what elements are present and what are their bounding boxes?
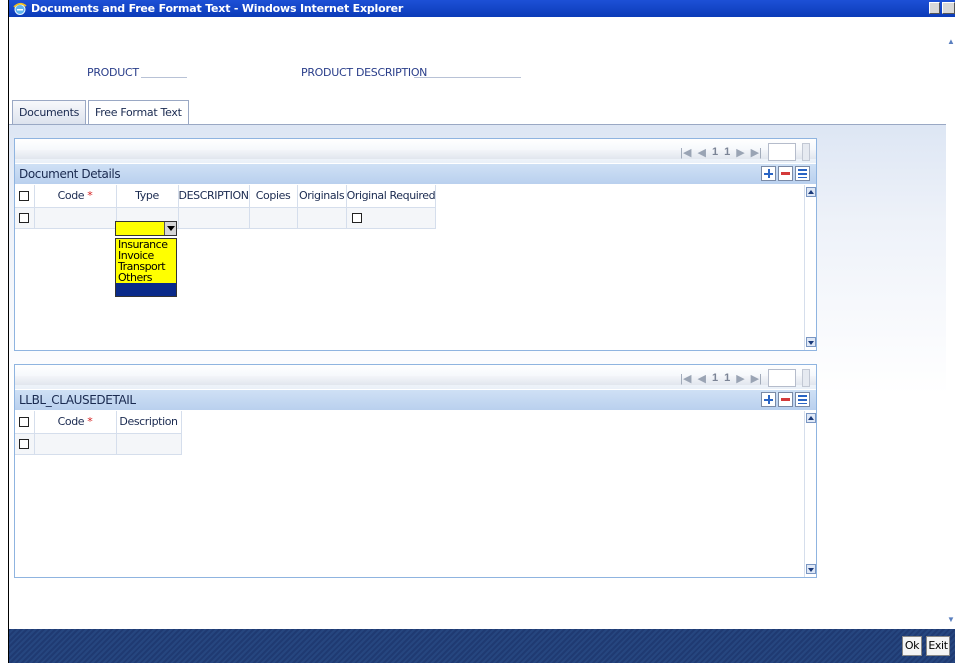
row-checkbox[interactable]: [19, 438, 30, 449]
grid-header-row: Code * Type DESCRIPTION Copies Originals…: [15, 185, 437, 208]
product-description-field[interactable]: [414, 66, 521, 78]
column-originals: Originals: [297, 185, 347, 208]
go-page-button[interactable]: [802, 143, 810, 161]
description-cell[interactable]: [178, 207, 250, 229]
clause-toolbar: [761, 392, 810, 407]
delete-row-icon[interactable]: [778, 392, 793, 407]
current-page: 1: [711, 372, 719, 384]
column-copies: Copies: [249, 185, 298, 208]
ok-button[interactable]: Ok: [902, 636, 922, 656]
add-row-icon[interactable]: [761, 392, 776, 407]
last-page-icon[interactable]: ▶|: [751, 146, 762, 159]
page-number-input[interactable]: [768, 143, 796, 161]
document-details-header: Document Details: [15, 164, 816, 184]
code-cell[interactable]: [34, 433, 117, 455]
clause-detail-header: LLBL_CLAUSEDETAIL: [15, 390, 816, 410]
window-title: Documents and Free Format Text - Windows…: [31, 2, 404, 15]
select-all-cell: [15, 185, 35, 208]
product-label: PRODUCT: [87, 66, 139, 79]
first-page-icon[interactable]: |◀: [680, 146, 691, 159]
column-original-required: Original Required: [346, 185, 437, 208]
clause-detail-grid: Code * Description: [15, 411, 182, 455]
description-cell[interactable]: [116, 433, 182, 455]
option-others[interactable]: Others: [116, 272, 176, 283]
document-details-grid: Code * Type DESCRIPTION Copies Originals…: [15, 185, 437, 229]
delete-row-icon[interactable]: [778, 166, 793, 181]
scroll-up-icon[interactable]: ▲: [947, 37, 955, 47]
column-description: DESCRIPTION: [178, 185, 250, 208]
clause-grid-scrollbar[interactable]: [804, 411, 816, 577]
table-row: [15, 433, 182, 455]
footer-bar: Ok Exit: [9, 629, 955, 663]
prev-page-icon[interactable]: ◀: [697, 146, 705, 159]
document-pager-bar: |◀ ◀ 1 1 ▶ ▶|: [15, 139, 816, 163]
exit-button[interactable]: Exit: [926, 636, 950, 656]
required-marker: *: [87, 189, 93, 203]
product-description-label: PRODUCT DESCRIPTION: [301, 66, 428, 79]
product-field[interactable]: [141, 66, 187, 78]
chevron-down-icon[interactable]: [164, 222, 176, 235]
clause-pager-bar: |◀ ◀ 1 1 ▶ ▶|: [15, 365, 816, 389]
current-page: 1: [711, 146, 719, 158]
title-bar: Documents and Free Format Text - Windows…: [9, 0, 955, 17]
view-details-icon[interactable]: [795, 392, 810, 407]
column-code-label: Code: [57, 189, 85, 203]
code-cell[interactable]: [34, 207, 117, 229]
document-details-title: Document Details: [19, 167, 121, 181]
first-page-icon[interactable]: |◀: [680, 372, 691, 385]
page-number-input[interactable]: [768, 369, 796, 387]
scroll-up-icon[interactable]: [806, 413, 816, 423]
total-pages: 1: [724, 372, 731, 384]
clause-detail-title: LLBL_CLAUSEDETAIL: [19, 393, 136, 407]
tab-divider: [9, 124, 946, 125]
last-page-icon[interactable]: ▶|: [751, 372, 762, 385]
column-description: Description: [116, 411, 182, 434]
document-details-section: |◀ ◀ 1 1 ▶ ▶| Document Details Code * Ty…: [14, 138, 817, 351]
scroll-down-icon[interactable]: [806, 564, 816, 574]
type-select[interactable]: [115, 221, 177, 236]
clause-pager: |◀ ◀ 1 1 ▶ ▶|: [680, 369, 810, 387]
column-type: Type: [116, 185, 179, 208]
ie-window: Documents and Free Format Text - Windows…: [0, 0, 955, 663]
column-code: Code *: [34, 411, 117, 434]
table-row: [15, 207, 437, 229]
minimize-button[interactable]: [929, 2, 940, 14]
option-blank[interactable]: [116, 283, 176, 296]
select-all-checkbox[interactable]: [19, 417, 30, 428]
scroll-up-icon[interactable]: [806, 187, 816, 197]
type-options-list[interactable]: Insurance Invoice Transport Others: [115, 238, 177, 297]
select-all-cell: [15, 411, 35, 434]
original-required-checkbox[interactable]: [351, 212, 362, 223]
column-code-label: Code: [57, 415, 85, 429]
row-select-cell: [15, 433, 35, 455]
prev-page-icon[interactable]: ◀: [697, 372, 705, 385]
next-page-icon[interactable]: ▶: [736, 146, 744, 159]
scroll-down-icon[interactable]: ▼: [947, 615, 955, 625]
originals-cell[interactable]: [297, 207, 347, 229]
tab-strip: Documents Free Format Text: [12, 100, 191, 124]
grid-header-row: Code * Description: [15, 411, 182, 434]
copies-cell[interactable]: [249, 207, 298, 229]
document-grid-scrollbar[interactable]: [804, 185, 816, 350]
row-checkbox[interactable]: [19, 212, 30, 223]
row-select-cell: [15, 207, 35, 229]
window-scrollbar[interactable]: ▲ ▼: [947, 17, 955, 629]
document-pager: |◀ ◀ 1 1 ▶ ▶|: [680, 143, 810, 161]
maximize-button[interactable]: [942, 2, 955, 14]
view-details-icon[interactable]: [795, 166, 810, 181]
document-toolbar: [761, 166, 810, 181]
required-marker: *: [87, 415, 93, 429]
tab-documents[interactable]: Documents: [12, 100, 87, 124]
scroll-down-icon[interactable]: [806, 337, 816, 347]
next-page-icon[interactable]: ▶: [736, 372, 744, 385]
add-row-icon[interactable]: [761, 166, 776, 181]
tab-free-format-text[interactable]: Free Format Text: [88, 100, 189, 124]
original-required-cell: [346, 207, 437, 229]
total-pages: 1: [724, 146, 731, 158]
internet-explorer-icon: [13, 2, 27, 15]
column-code: Code *: [34, 185, 117, 208]
select-all-checkbox[interactable]: [19, 191, 30, 202]
clause-detail-section: |◀ ◀ 1 1 ▶ ▶| LLBL_CLAUSEDETAIL Code * D…: [14, 364, 817, 578]
go-page-button[interactable]: [802, 369, 810, 387]
